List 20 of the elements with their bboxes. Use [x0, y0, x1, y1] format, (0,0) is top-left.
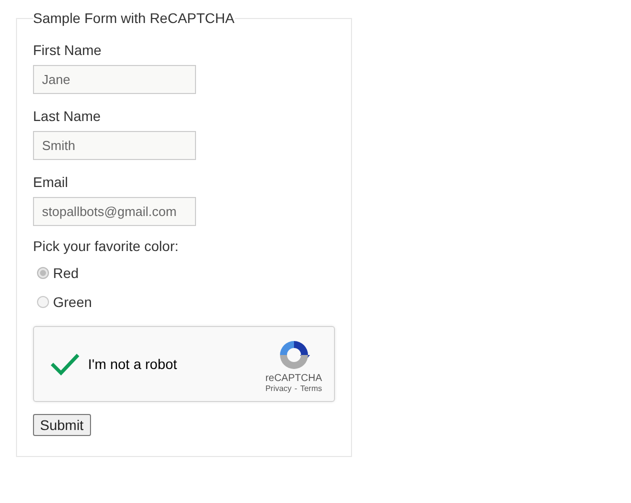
- checkmark-icon[interactable]: [50, 352, 80, 376]
- footer-link[interactable]: Terms: [300, 384, 322, 393]
- captcha-label: I'm not a robot: [88, 356, 178, 372]
- question-label: Pick your favorite color:: [33, 238, 180, 254]
- field-label: Email: [33, 174, 70, 190]
- input-field[interactable]: Smith: [33, 131, 196, 160]
- input-field[interactable]: Jane: [33, 65, 196, 94]
- option-label: Green: [53, 294, 92, 310]
- submit-button[interactable]: Submit: [33, 414, 91, 436]
- field-label: First Name: [33, 42, 102, 58]
- option-label: Red: [53, 264, 79, 280]
- field-label: Last Name: [33, 108, 102, 124]
- radio-button[interactable]: [37, 266, 49, 278]
- footer-link[interactable]: Privacy: [265, 384, 292, 393]
- circular-arrows-icon: [278, 339, 310, 371]
- separator-text: -: [294, 384, 298, 393]
- radio-button[interactable]: [37, 296, 49, 308]
- form-title: Sample Form with ReCAPTCHA: [33, 10, 234, 26]
- brand-label: reCAPTCHA: [265, 373, 322, 384]
- input-field[interactable]: stopallbots@gmail.com: [33, 197, 196, 226]
